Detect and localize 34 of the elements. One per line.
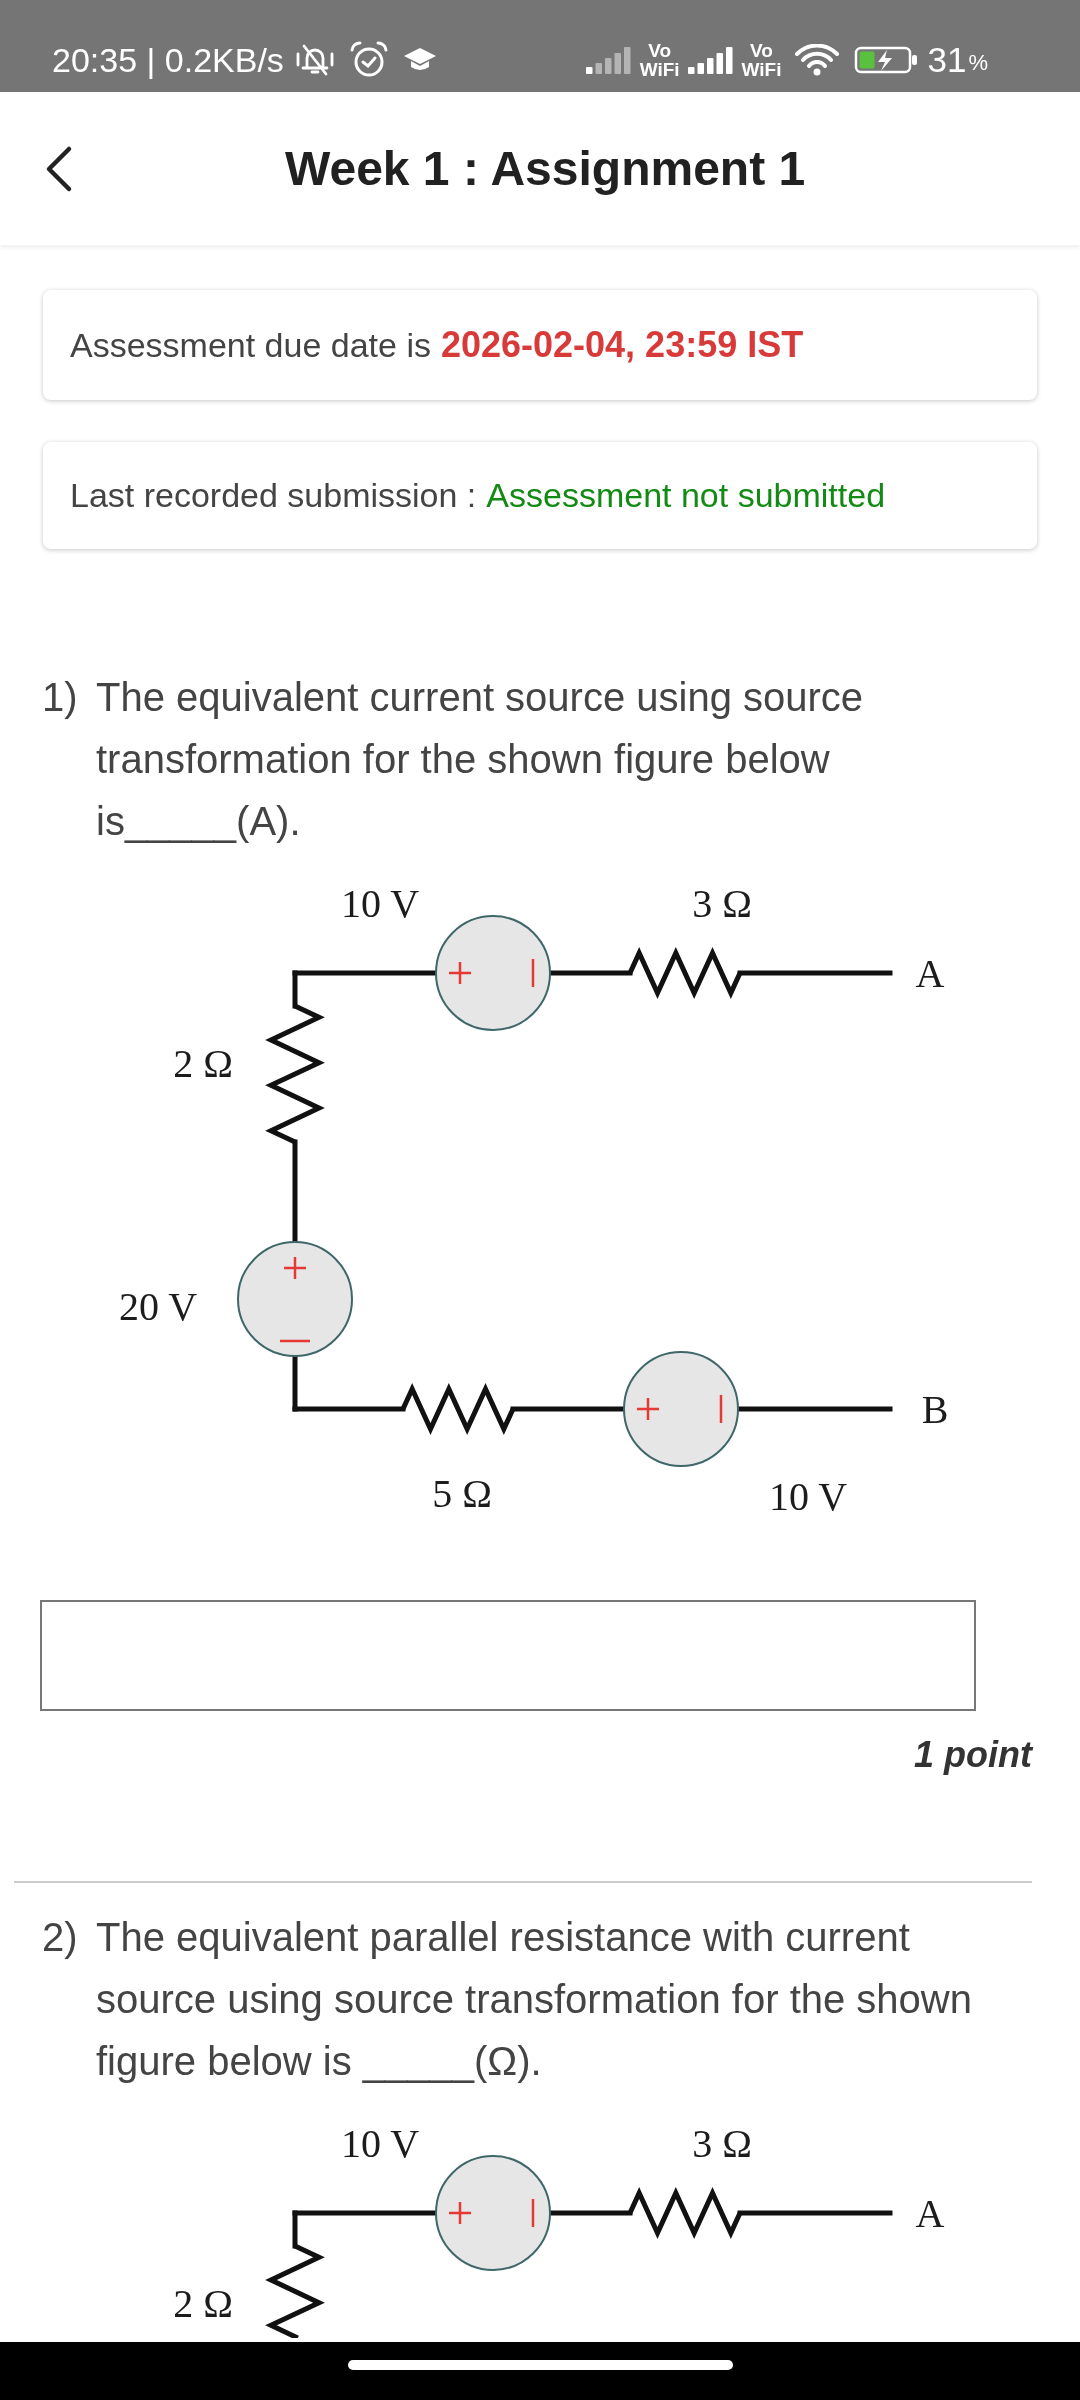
signal-bars-icon — [687, 46, 734, 74]
wifi-icon — [793, 44, 840, 76]
battery-charging-icon — [853, 45, 920, 75]
due-date-label: Assessment due date is — [70, 325, 431, 365]
question-number: 1) — [42, 674, 79, 721]
percent-sign: % — [968, 50, 988, 76]
question-text: The equivalent current source using source transformation for the shown figure below is_____(A). — [96, 674, 865, 845]
terminal-label: A — [915, 2190, 945, 2236]
value-label: 3 Ω — [692, 880, 752, 926]
question-number: 2) — [42, 1914, 79, 1961]
points-label: 1 point — [914, 1733, 1032, 1777]
submission-status: Assessment not submitted — [486, 476, 886, 515]
terminal-label: A — [915, 950, 945, 996]
due-date-value: 2026-02-04, 23:59 IST — [440, 324, 804, 366]
value-label: 2 Ω — [173, 2280, 233, 2326]
battery-percent: 31 — [927, 40, 967, 80]
network-type-label: Vo WiFi — [639, 41, 680, 79]
submission-label: Last recorded submission : — [70, 476, 477, 515]
value-label: 20 V — [118, 1283, 198, 1329]
value-label: 10 V — [768, 1473, 848, 1519]
status-time-speed: 20:35 | 0.2KB/s — [52, 40, 284, 80]
value-label: 10 V — [340, 880, 420, 926]
value-label: 5 Ω — [432, 1470, 492, 1516]
question-text: The equivalent parallel resistance with current source using source transformation for the shown figure below is _____(Ω). — [96, 1914, 973, 2085]
value-label: 2 Ω — [173, 1040, 233, 1086]
terminal-label: B — [921, 1386, 949, 1432]
value-label: 10 V — [340, 2120, 420, 2166]
page-title: Week 1 : Assignment 1 — [285, 141, 806, 196]
answer-field[interactable] — [40, 1600, 976, 1711]
value-label: 3 Ω — [692, 2120, 752, 2166]
signal-bars-icon — [585, 46, 632, 74]
graduation-cap-icon — [402, 47, 437, 73]
alarm-clock-icon — [348, 41, 389, 79]
network-type-label: Vo WiFi — [741, 41, 782, 79]
